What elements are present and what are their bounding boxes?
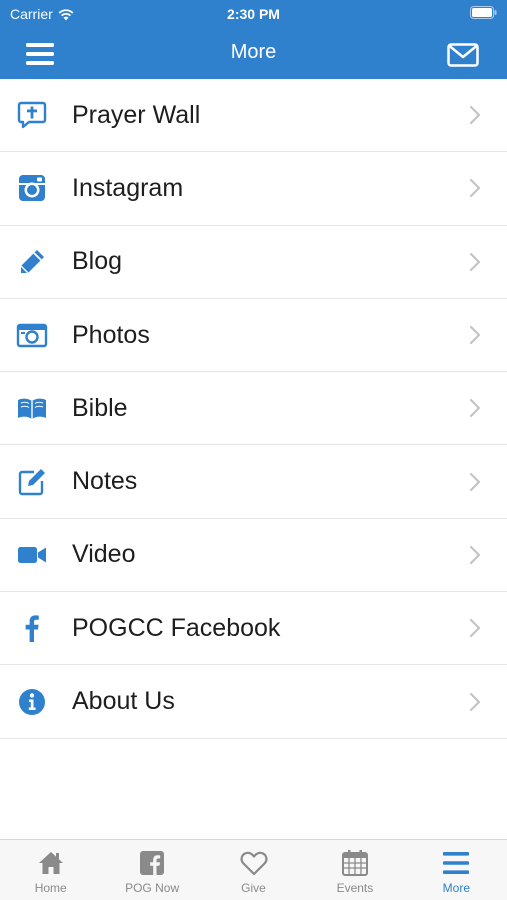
menu-item-photos[interactable]: Photos [0, 299, 507, 373]
menu-item-notes[interactable]: Notes [0, 445, 507, 519]
menu-item-prayer-wall[interactable]: Prayer Wall [0, 79, 507, 153]
mail-icon [447, 43, 479, 67]
menu-item-bible[interactable]: Bible [0, 372, 507, 446]
menu-item-about-us[interactable]: About Us [0, 665, 507, 739]
menu-item-label: Notes [72, 467, 138, 496]
more-menu-list: Prayer Wall Instagram Blog Photos Bible … [0, 79, 507, 739]
tab-label: More [442, 881, 470, 895]
menu-item-label: Photos [72, 320, 150, 349]
menu-item-pogcc-facebook[interactable]: POGCC Facebook [0, 592, 507, 666]
home-icon [38, 852, 63, 874]
facebook-icon [0, 592, 64, 664]
menu-icon [443, 852, 470, 874]
menu-item-label: Video [72, 540, 136, 569]
camera-icon [0, 299, 64, 371]
facebook-square-icon [140, 851, 165, 875]
menu-item-label: Bible [72, 393, 128, 422]
heart-icon [240, 851, 268, 876]
status-bar: Carrier 2:30 PM [0, 0, 507, 28]
video-camera-icon [0, 519, 64, 591]
instagram-icon [0, 152, 64, 224]
calendar-icon [341, 850, 368, 876]
pencil-icon [0, 226, 64, 298]
clock: 2:30 PM [227, 6, 280, 22]
info-icon [0, 665, 64, 737]
menu-item-video[interactable]: Video [0, 519, 507, 593]
prayer-wall-icon [0, 79, 64, 151]
mail-button[interactable] [443, 40, 483, 70]
tab-label: Give [241, 881, 266, 895]
chevron-right-icon [455, 79, 495, 151]
tab-pog-now[interactable]: POG Now [101, 840, 202, 900]
tab-events[interactable]: Events [304, 840, 405, 900]
chevron-right-icon [455, 519, 495, 591]
menu-item-label: POGCC Facebook [72, 613, 281, 642]
menu-item-instagram[interactable]: Instagram [0, 152, 507, 226]
notes-icon [0, 445, 64, 517]
book-icon [0, 372, 64, 444]
page-title: More [230, 41, 277, 63]
menu-item-blog[interactable]: Blog [0, 226, 507, 299]
nav-bar: More [0, 28, 507, 79]
tab-label: POG Now [125, 881, 180, 895]
tab-more[interactable]: More [406, 840, 507, 900]
menu-item-label: About Us [72, 687, 175, 716]
chevron-right-icon [455, 372, 495, 444]
tab-give[interactable]: Give [203, 840, 304, 900]
chevron-right-icon [455, 299, 495, 371]
chevron-right-icon [455, 445, 495, 517]
chevron-right-icon [455, 665, 495, 737]
menu-item-label: Instagram [72, 173, 184, 202]
tab-label: Home [34, 881, 67, 895]
menu-item-label: Blog [72, 247, 123, 276]
app-header: Carrier 2:30 PM More [0, 0, 507, 79]
chevron-right-icon [455, 152, 495, 224]
chevron-right-icon [455, 592, 495, 664]
menu-item-label: Prayer Wall [72, 100, 201, 129]
chevron-right-icon [455, 226, 495, 298]
tab-label: Events [336, 881, 374, 895]
battery-icon [470, 6, 497, 19]
tab-home[interactable]: Home [0, 840, 101, 900]
tab-bar: Home POG Now Give Events More [0, 839, 507, 900]
